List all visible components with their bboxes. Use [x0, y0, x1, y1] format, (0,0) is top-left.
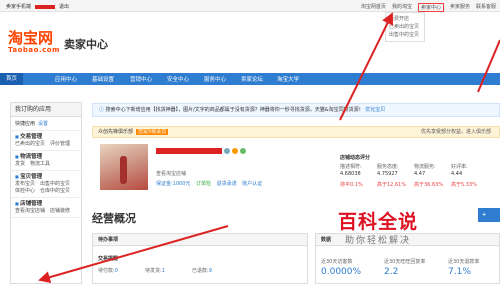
- arrow-to-seller-center: [339, 12, 393, 121]
- arrow-to-view-shop: [38, 225, 229, 284]
- arrow-right-edge: [477, 39, 500, 93]
- annotation-arrows: [38, 12, 500, 284]
